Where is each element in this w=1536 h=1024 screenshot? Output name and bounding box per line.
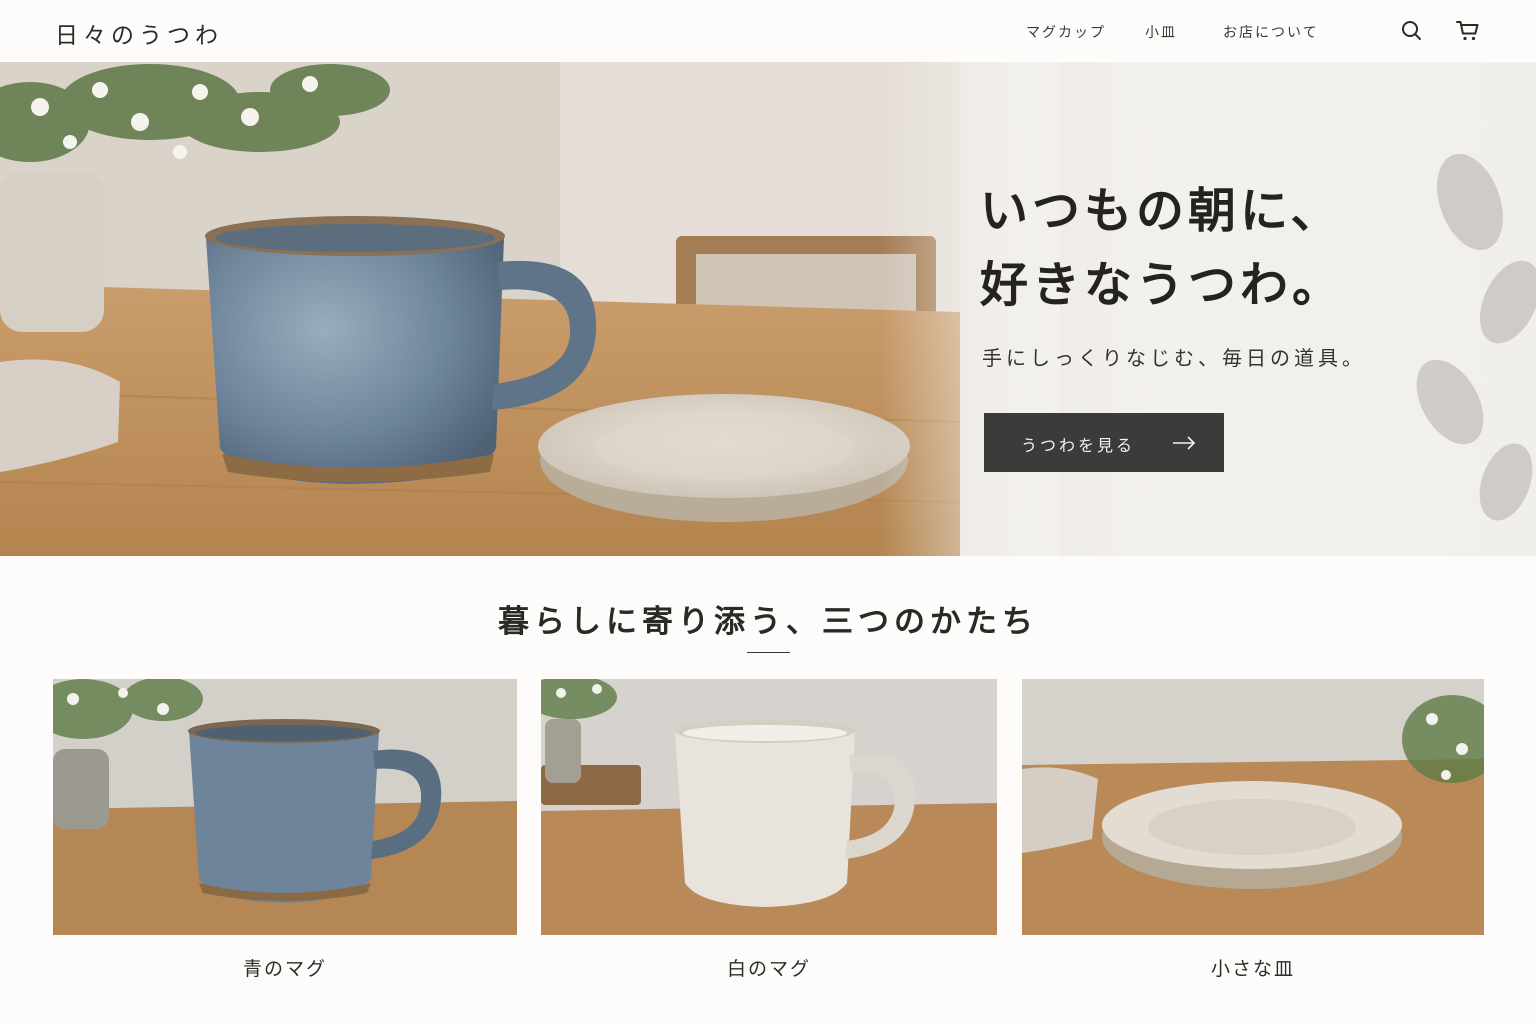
product-label-white-mug[interactable]: 白のマグ xyxy=(541,954,997,981)
product-image-small-plate[interactable] xyxy=(1022,679,1484,935)
nav-link-about[interactable]: お店について xyxy=(1223,22,1319,42)
view-products-button[interactable]: うつわを見る xyxy=(984,413,1224,472)
arrow-right-icon xyxy=(1172,435,1196,454)
product-label-blue-mug[interactable]: 青のマグ xyxy=(53,954,517,981)
nav-link-small-plates[interactable]: 小皿 xyxy=(1145,22,1177,42)
hero-title-line2: 好きなうつわ。 xyxy=(980,257,1345,313)
site-header: 日々のうつわ マグカップ 小皿 お店について xyxy=(0,0,1536,62)
hero-subtitle: 手にしっくりなじむ、毎日の道具。 xyxy=(982,346,1366,370)
product-label-small-plate[interactable]: 小さな皿 xyxy=(1022,954,1484,981)
search-icon[interactable] xyxy=(1400,19,1424,43)
nav-link-mugs[interactable]: マグカップ xyxy=(1026,22,1106,42)
view-products-button-label: うつわを見る xyxy=(1021,436,1136,455)
section-title: 暮らしに寄り添う、三つのかたち xyxy=(498,604,1038,640)
site-logo[interactable]: 日々のうつわ xyxy=(55,16,223,50)
cart-icon[interactable] xyxy=(1455,19,1479,43)
product-image-white-mug[interactable] xyxy=(541,679,997,935)
section-divider xyxy=(747,652,790,653)
leaf-shadow xyxy=(1416,153,1536,521)
hero-title-line1: いつもの朝に、 xyxy=(980,183,1343,239)
hero-title: いつもの朝に、 好きなうつわ。 xyxy=(980,174,1344,322)
hero-banner: いつもの朝に、 好きなうつわ。 手にしっくりなじむ、毎日の道具。 うつわを見る xyxy=(0,62,1536,556)
product-image-blue-mug[interactable] xyxy=(53,679,517,935)
